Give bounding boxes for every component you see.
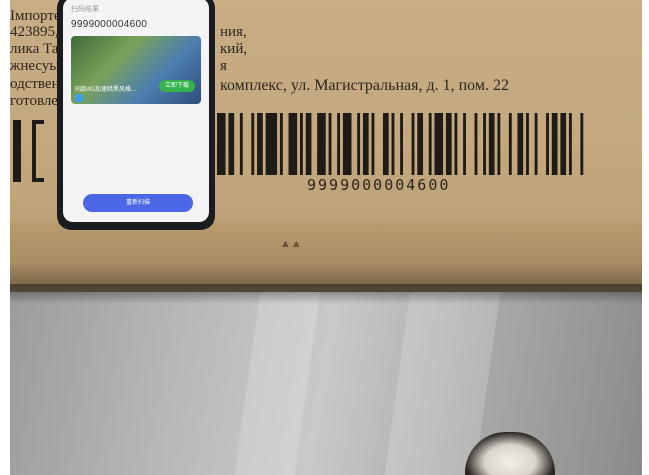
barcode-bar (251, 113, 255, 175)
barcode-bar (428, 113, 432, 175)
barcode-bar (317, 113, 326, 175)
barcode-bar (474, 113, 478, 175)
barcode-bar (497, 113, 501, 175)
barcode (217, 113, 584, 175)
barcode-number: 9999000004600 (307, 176, 451, 194)
label-line-right: кий, (220, 41, 248, 57)
barcode-bar (228, 113, 235, 175)
barcode-bar (391, 113, 395, 175)
barcode-bar (454, 113, 458, 175)
barcode-bar (526, 113, 529, 175)
barcode-bar (445, 113, 452, 175)
barcode-bar (279, 113, 283, 175)
barcode-bar (417, 113, 424, 175)
barcode-bar (483, 113, 486, 175)
bracket-mark (32, 120, 36, 182)
label-line: одствен (10, 76, 60, 92)
box-shadow (10, 284, 642, 304)
barcode-bar (265, 113, 278, 175)
barcode-bar (551, 113, 558, 175)
barcode-bar (288, 113, 298, 175)
barcode-bar (357, 113, 361, 175)
barcode-bar (257, 113, 263, 175)
label-line: 423895, (10, 24, 59, 40)
barcode-bar (217, 113, 226, 175)
barcode-bar (328, 113, 332, 175)
barcode-bar (337, 113, 341, 175)
barcode-bar (560, 113, 567, 175)
video-ad[interactable]: 同款4G加速暗黑风格... 立即下载 (71, 36, 201, 104)
rescan-button[interactable]: 重新扫描 (83, 194, 193, 212)
barcode-bar (299, 113, 303, 175)
video-caption: 同款4G加速暗黑风格... (75, 87, 137, 93)
barcode-bar (508, 113, 512, 175)
barcode-bar (488, 113, 495, 175)
scan-result-value: 9999000004600 (71, 19, 148, 30)
download-button[interactable]: 立即下载 (158, 80, 195, 92)
barcode-bar (411, 113, 415, 175)
barcode-bar (371, 113, 375, 175)
address-line: комплекс, ул. Магистральная, д. 1, пом. … (220, 77, 509, 94)
app-icon (75, 94, 83, 102)
label-line-right: я (220, 58, 227, 74)
box-side-marking: ▲▲ (280, 238, 302, 250)
bracket-mark (32, 178, 44, 182)
barcode-bar (239, 113, 243, 175)
barcode-bar (463, 113, 466, 175)
scan-result-label: 扫码结果 (71, 6, 99, 13)
barcode-bar (517, 113, 524, 175)
label-line: жнесуы (10, 58, 60, 74)
barcode-bar (546, 113, 549, 175)
bracket-mark (13, 120, 21, 182)
label-line: готовле (10, 93, 58, 109)
barcode-bar (434, 113, 444, 175)
label-line-right: ния, (220, 24, 247, 40)
barcode-bar (568, 113, 572, 175)
phone-screen: 扫码结果 9999000004600 同款4G加速暗黑风格... 立即下载 重新… (63, 0, 209, 222)
barcode-bar (534, 113, 538, 175)
bracket-mark (32, 120, 44, 124)
barcode-bar (400, 113, 403, 175)
barcode-bar (342, 113, 352, 175)
barcode-bar (305, 113, 312, 175)
barcode-bar (382, 113, 389, 175)
barcode-bar (362, 113, 369, 175)
photo: Імпортер: ООО 423895, лика Тат жнесуы од… (10, 0, 642, 475)
cardboard-box-side (10, 222, 642, 292)
barcode-bar (580, 113, 584, 175)
